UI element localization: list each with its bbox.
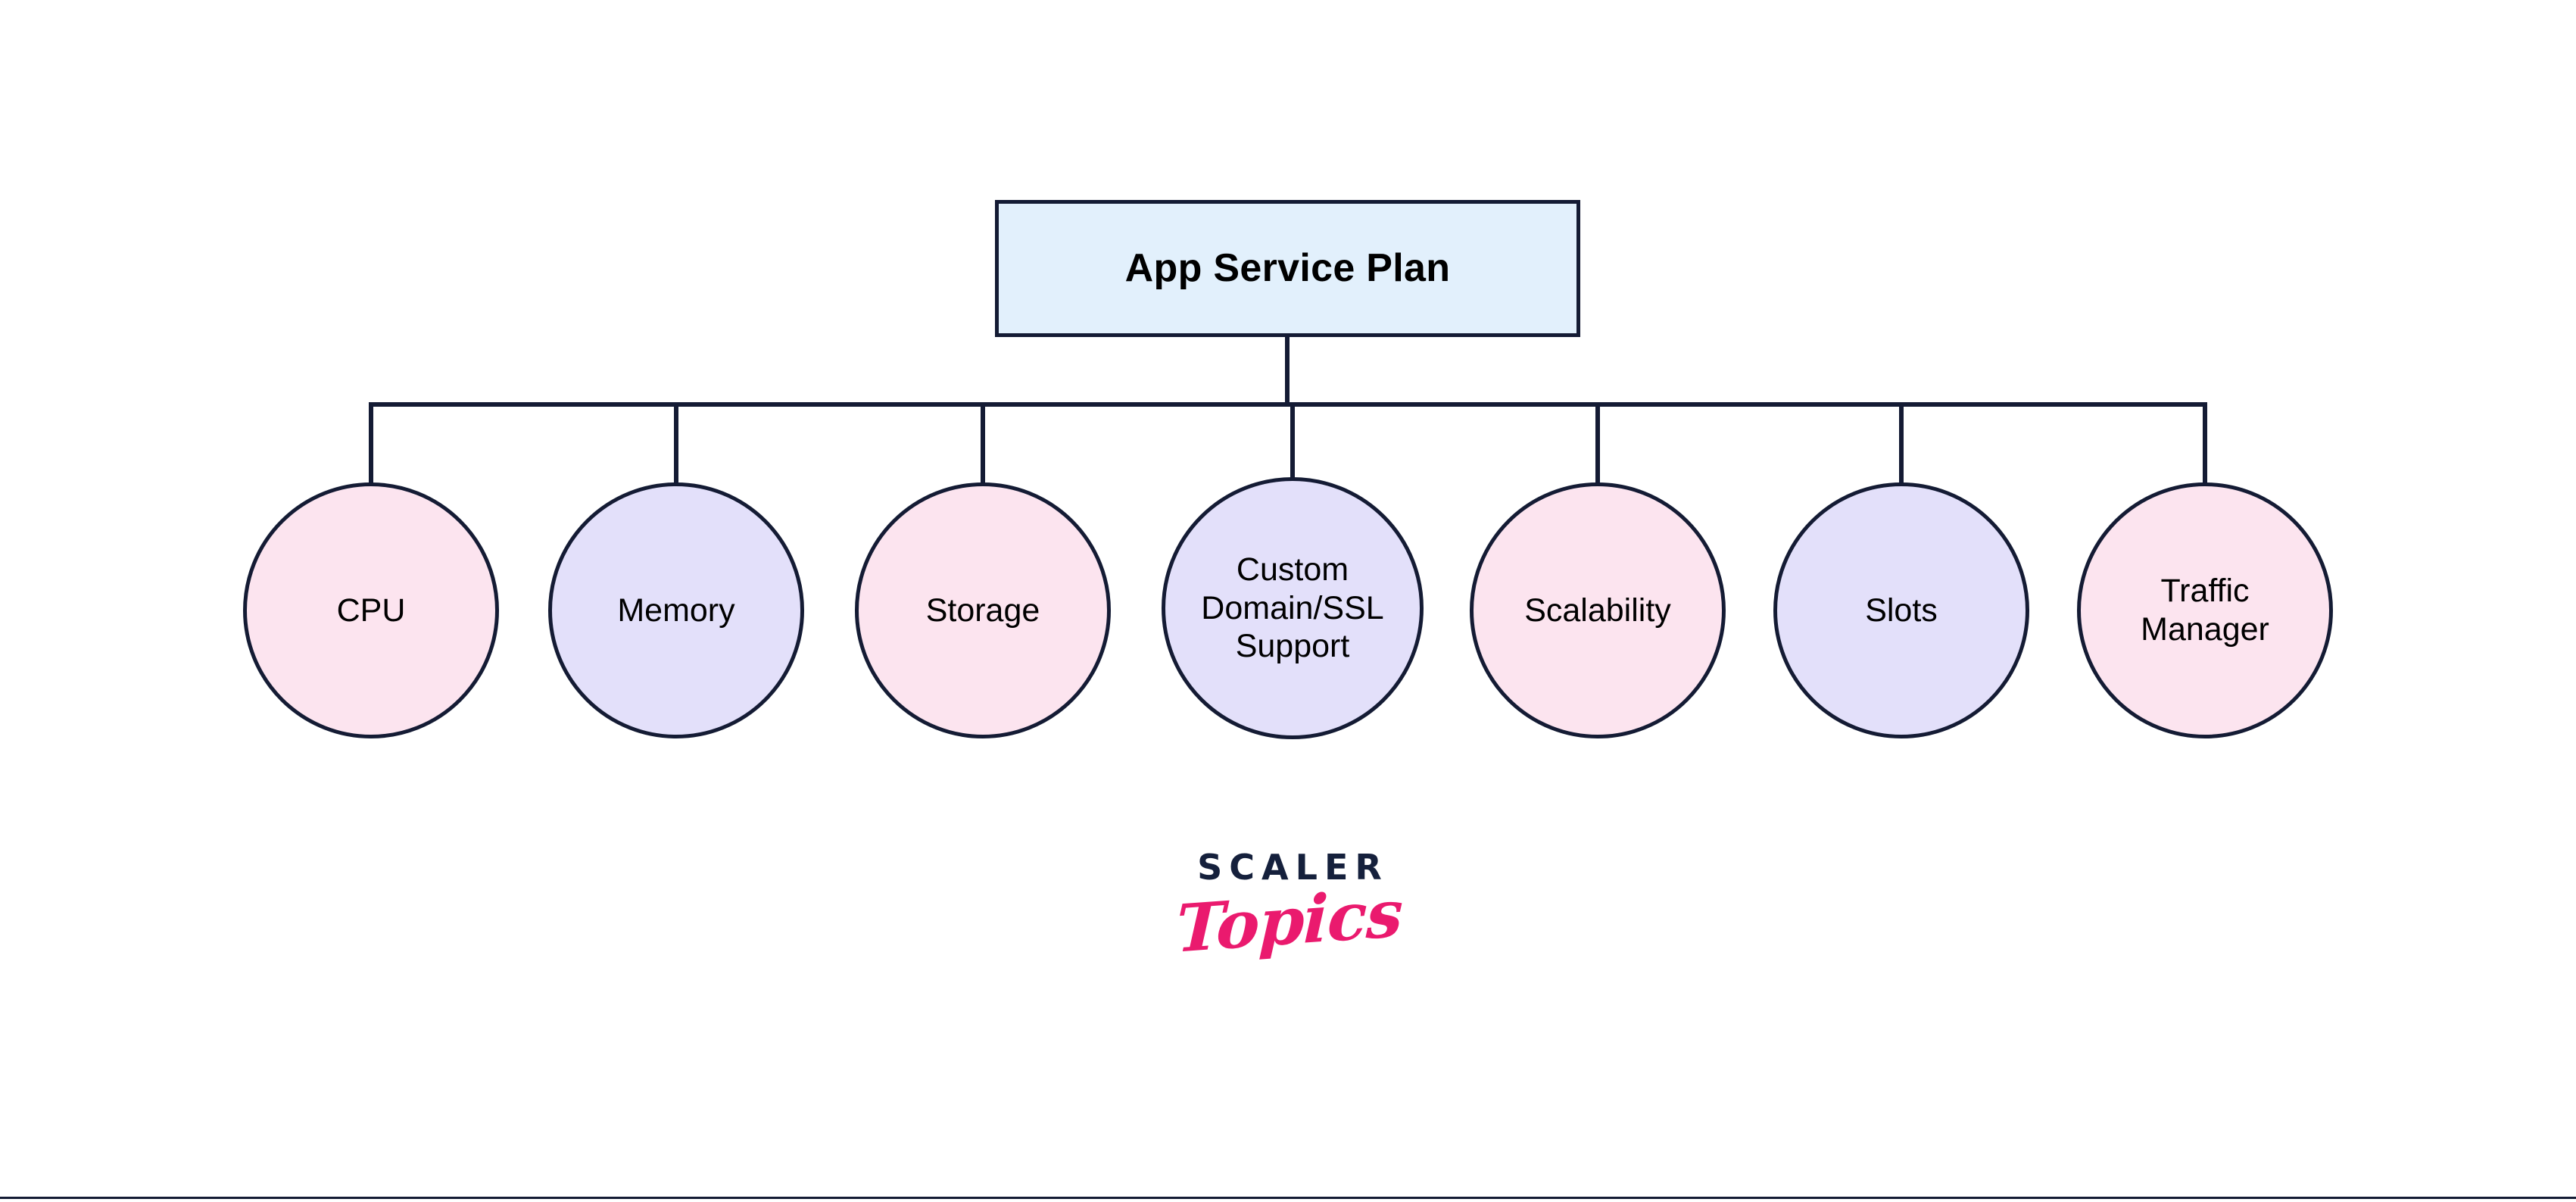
bottom-divider (0, 1197, 2576, 1199)
node-memory[interactable]: Memory (548, 482, 804, 738)
brand-script-topics: Topics (1175, 875, 1404, 968)
node-label-custom-domain-ssl-support: Custom Domain/SSL Support (1201, 551, 1384, 665)
node-label-app-service-plan: App Service Plan (1124, 245, 1451, 290)
node-label-traffic-manager: Traffic Manager (2141, 573, 2269, 648)
node-slots[interactable]: Slots (1773, 482, 2029, 738)
node-label-memory: Memory (617, 592, 735, 629)
node-custom-domain-ssl-support[interactable]: Custom Domain/SSL Support (1162, 477, 1424, 739)
node-cpu[interactable]: CPU (243, 482, 499, 738)
diagram-canvas: App Service Plan CPU Memory Storage Cust… (0, 0, 2576, 1202)
node-label-storage: Storage (925, 592, 1040, 629)
node-label-slots: Slots (1865, 592, 1938, 629)
node-storage[interactable]: Storage (855, 482, 1111, 738)
node-app-service-plan[interactable]: App Service Plan (995, 200, 1580, 337)
node-label-cpu: CPU (336, 592, 406, 629)
node-traffic-manager[interactable]: Traffic Manager (2077, 482, 2333, 738)
node-label-scalability: Scalability (1524, 592, 1671, 629)
scaler-topics-logo: SCALER Topics (1149, 850, 1430, 1009)
node-scalability[interactable]: Scalability (1470, 482, 1726, 738)
